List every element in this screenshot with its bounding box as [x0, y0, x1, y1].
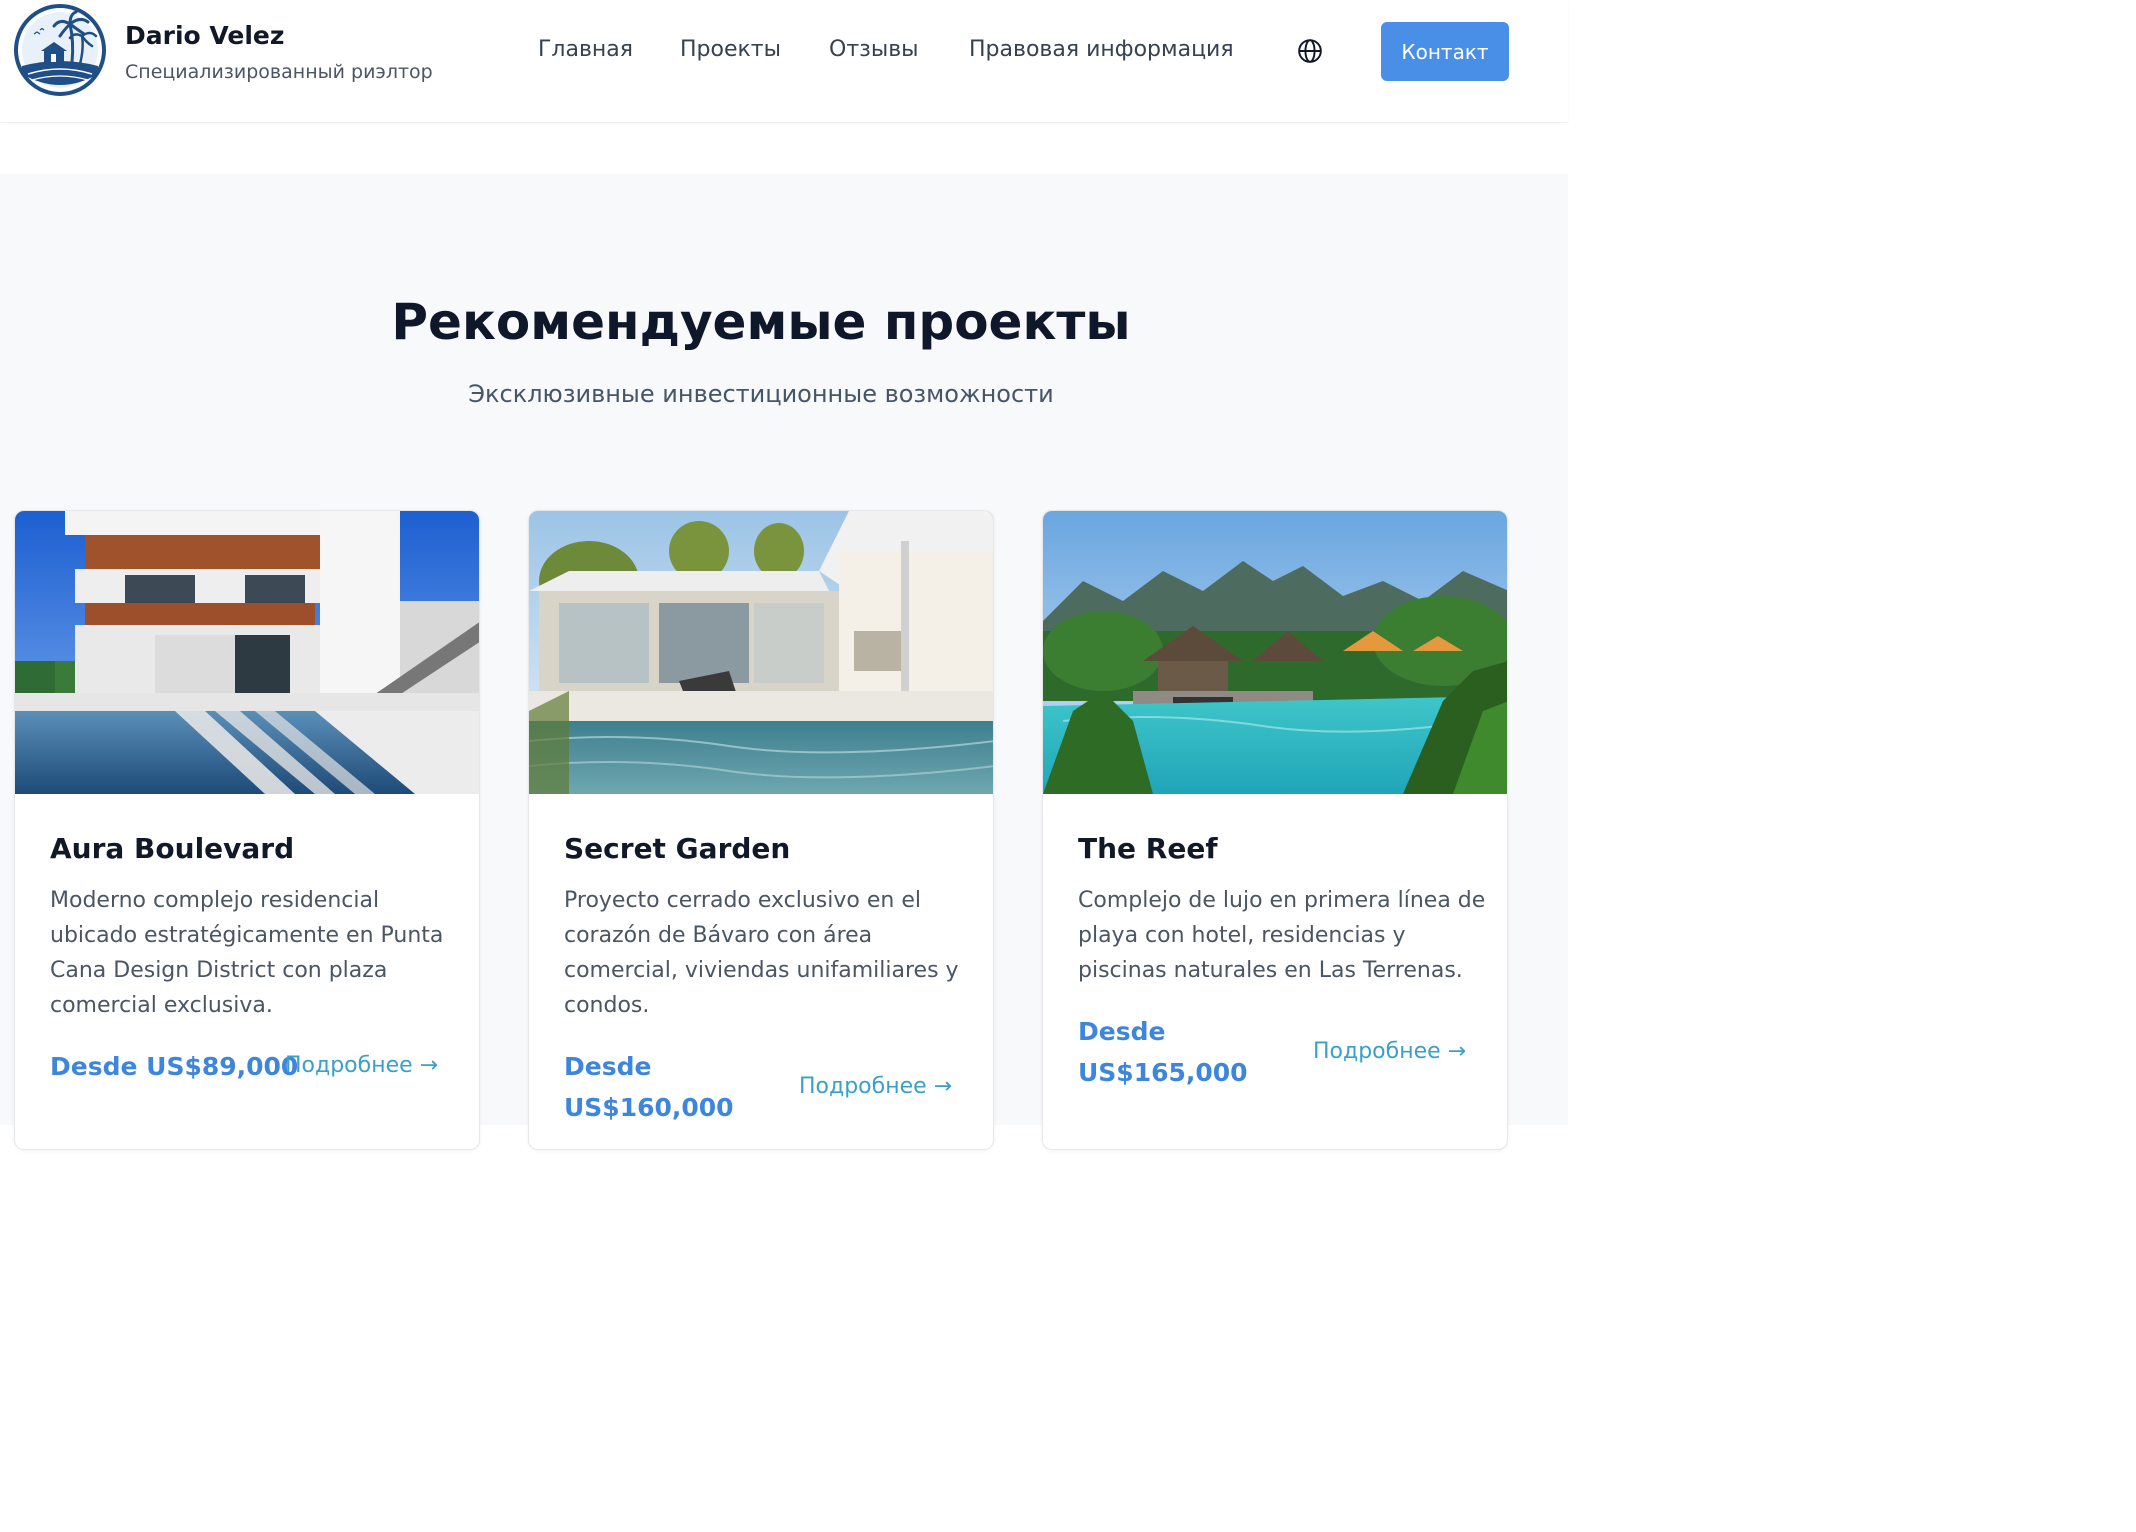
project-description: Complejo de lujo en primera línea de pla… [1078, 888, 1486, 983]
project-image-glass-house-pool[interactable] [529, 511, 994, 794]
section-title: Рекомендуемые проекты [391, 293, 1131, 351]
more-details-link[interactable]: Подробнее → [285, 1053, 438, 1078]
featured-projects-section: Рекомендуемые проекты Эксклюзивные инвес… [0, 174, 1568, 1150]
project-description: Moderno complejo residencial ubicado est… [50, 888, 444, 1018]
nav-link-projects[interactable]: Проекты [680, 37, 781, 62]
project-description: Proyecto cerrado exclusivo en el corazón… [564, 888, 959, 1018]
project-title: Secret Garden [564, 832, 791, 865]
project-card-aura-boulevard[interactable]: Aura Boulevard Moderno complejo residenc… [14, 510, 480, 1150]
site-header: Dario Velez Специализированный риэлтор Г… [0, 0, 1568, 123]
more-details-link[interactable]: Подробнее → [799, 1074, 952, 1099]
project-card-the-reef[interactable]: The Reef Complejo de lujo en primera lín… [1042, 510, 1508, 1150]
project-price: Desde US$89,000 [50, 1052, 299, 1081]
nav-link-home[interactable]: Главная [538, 37, 633, 62]
more-details-link[interactable]: Подробнее → [1313, 1039, 1466, 1064]
project-image-modern-villa[interactable] [15, 511, 480, 794]
nav-link-reviews[interactable]: Отзывы [829, 37, 919, 62]
nav-link-legal[interactable]: Правовая информация [969, 37, 1234, 62]
globe-icon[interactable] [1297, 38, 1323, 64]
section-subtitle: Эксклюзивные инвестиционные возможности [468, 380, 1054, 408]
contact-button[interactable]: Контакт [1381, 22, 1509, 81]
brand-name: Dario Velez [125, 21, 285, 50]
project-title: The Reef [1078, 832, 1218, 865]
project-price: Desde US$165,000 [1078, 1017, 1248, 1087]
project-image-tropical-resort-pool[interactable] [1043, 511, 1508, 794]
project-card-secret-garden[interactable]: Secret Garden Proyecto cerrado exclusivo… [528, 510, 994, 1150]
brand-subtitle: Специализированный риэлтор [125, 61, 433, 83]
palm-house-logo-icon[interactable] [14, 4, 106, 96]
project-price: Desde US$160,000 [564, 1052, 734, 1122]
project-title: Aura Boulevard [50, 832, 295, 865]
